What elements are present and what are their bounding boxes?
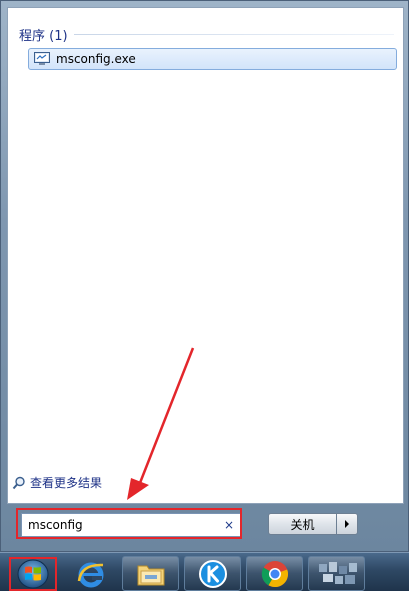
- taskbar-internet-explorer[interactable]: [62, 556, 119, 591]
- clear-search-icon[interactable]: ×: [224, 517, 234, 533]
- windows-logo-icon: [17, 559, 49, 589]
- folder-icon: [137, 565, 164, 585]
- system-config-icon: [34, 52, 50, 65]
- search-icon: [12, 476, 25, 489]
- search-input[interactable]: [22, 517, 220, 533]
- chevron-right-icon: [345, 520, 349, 528]
- taskbar-blurred-app[interactable]: [308, 556, 365, 591]
- taskbar-file-explorer[interactable]: [122, 556, 179, 591]
- group-divider: [74, 34, 394, 35]
- result-item-label: msconfig.exe: [56, 52, 136, 66]
- shutdown-options-button[interactable]: [336, 513, 358, 535]
- internet-explorer-icon: [77, 562, 103, 587]
- result-item-msconfig[interactable]: msconfig.exe: [28, 48, 397, 70]
- kugou-k-icon: [198, 559, 227, 588]
- chrome-icon: [261, 560, 288, 587]
- start-button[interactable]: [9, 557, 57, 591]
- see-more-results-label: 查看更多结果: [30, 476, 103, 490]
- shutdown-label: 关机: [290, 517, 315, 532]
- search-results-panel: 程序 (1) msconfig.exe: [7, 7, 404, 504]
- shutdown-button[interactable]: 关机: [268, 513, 337, 535]
- results-group-header: 程序 (1): [19, 29, 68, 44]
- start-menu: 程序 (1) msconfig.exe 查看更多结果 ×: [0, 0, 409, 552]
- see-more-results-link[interactable]: 查看更多结果: [12, 474, 102, 491]
- taskbar-chrome[interactable]: [246, 556, 303, 591]
- search-box[interactable]: ×: [21, 513, 241, 537]
- blurred-app-icon: [318, 561, 357, 584]
- taskbar-kugou[interactable]: [184, 556, 241, 591]
- screen: 程序 (1) msconfig.exe 查看更多结果 ×: [0, 0, 409, 591]
